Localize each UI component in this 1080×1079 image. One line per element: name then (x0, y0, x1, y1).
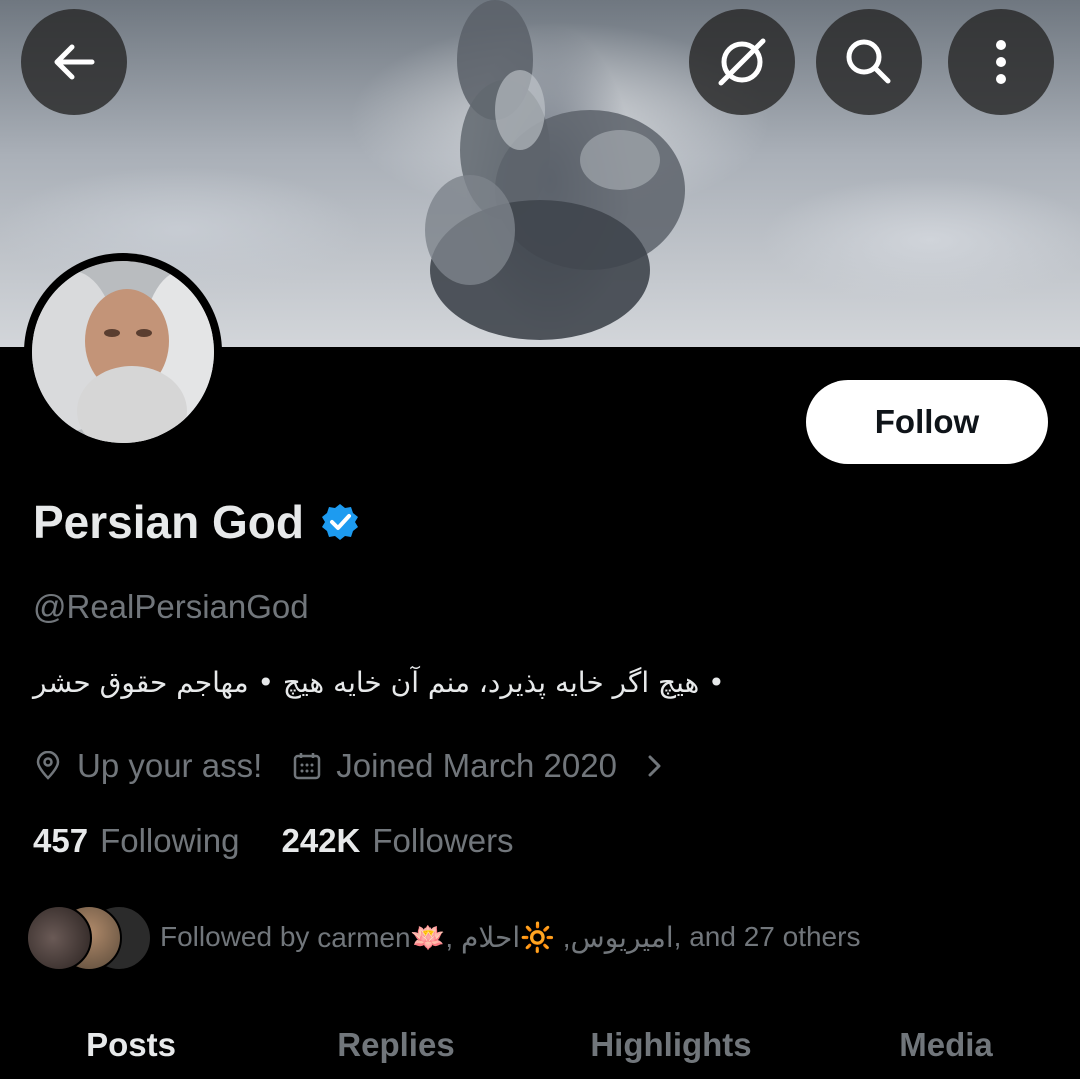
followers-count: 242K (281, 822, 361, 859)
followers-stat[interactable]: 242K Followers (281, 822, 513, 860)
avatar-image (32, 261, 214, 443)
follow-stats: 457 Following 242K Followers (33, 818, 556, 864)
more-vertical-icon (996, 40, 1006, 84)
following-label: Following (100, 822, 240, 859)
followed-by-names: carmen🪷, امیریوس, 🔆احلام (317, 921, 674, 953)
followers-label: Followers (372, 822, 514, 859)
grok-icon (718, 38, 766, 86)
followed-by-suffix: , and 27 others (673, 921, 861, 952)
location-pin-icon (36, 751, 60, 780)
tab-highlights[interactable]: Highlights (530, 1010, 812, 1079)
arrow-left-icon (54, 44, 95, 80)
more-options-button[interactable] (948, 9, 1054, 115)
following-stat[interactable]: 457 Following (33, 822, 239, 860)
handle: @RealPersianGod (33, 588, 309, 625)
calendar-icon (294, 753, 321, 780)
following-count: 457 (33, 822, 89, 859)
chevron-right-icon (648, 755, 661, 777)
follower-avatar (26, 905, 92, 971)
followed-by-prefix: Followed by (160, 921, 318, 952)
tab-replies[interactable]: Replies (262, 1010, 530, 1079)
location: Up your ass! (33, 747, 262, 785)
display-name: Persian God (33, 496, 304, 548)
avatar-portrait (32, 261, 214, 443)
verified-badge-icon[interactable] (320, 502, 360, 542)
bio: • هیچ اگر خایه پذیرد، منم آن خایه هیچ • … (33, 666, 725, 699)
search-button[interactable] (816, 9, 922, 115)
display-name-row: Persian God (33, 494, 360, 550)
location-text: Up your ass! (77, 747, 263, 784)
follower-avatars (26, 902, 152, 972)
back-button[interactable] (21, 9, 127, 115)
tab-media[interactable]: Media (812, 1010, 1080, 1079)
tab-posts[interactable]: Posts (0, 1010, 262, 1079)
profile-tabs: Posts Replies Highlights Media (0, 1010, 1080, 1079)
search-icon (846, 39, 891, 84)
joined-text: Joined March 2020 (336, 747, 617, 784)
follow-button[interactable]: Follow (806, 380, 1048, 464)
grok-button[interactable] (689, 9, 795, 115)
avatar[interactable] (24, 253, 222, 451)
followed-by[interactable]: Followed by carmen🪷, امیریوس, 🔆احلام , a… (26, 902, 860, 972)
joined-date[interactable]: Joined March 2020 (292, 747, 665, 785)
profile-meta: Up your ass! Joined March 2020 (33, 740, 695, 792)
